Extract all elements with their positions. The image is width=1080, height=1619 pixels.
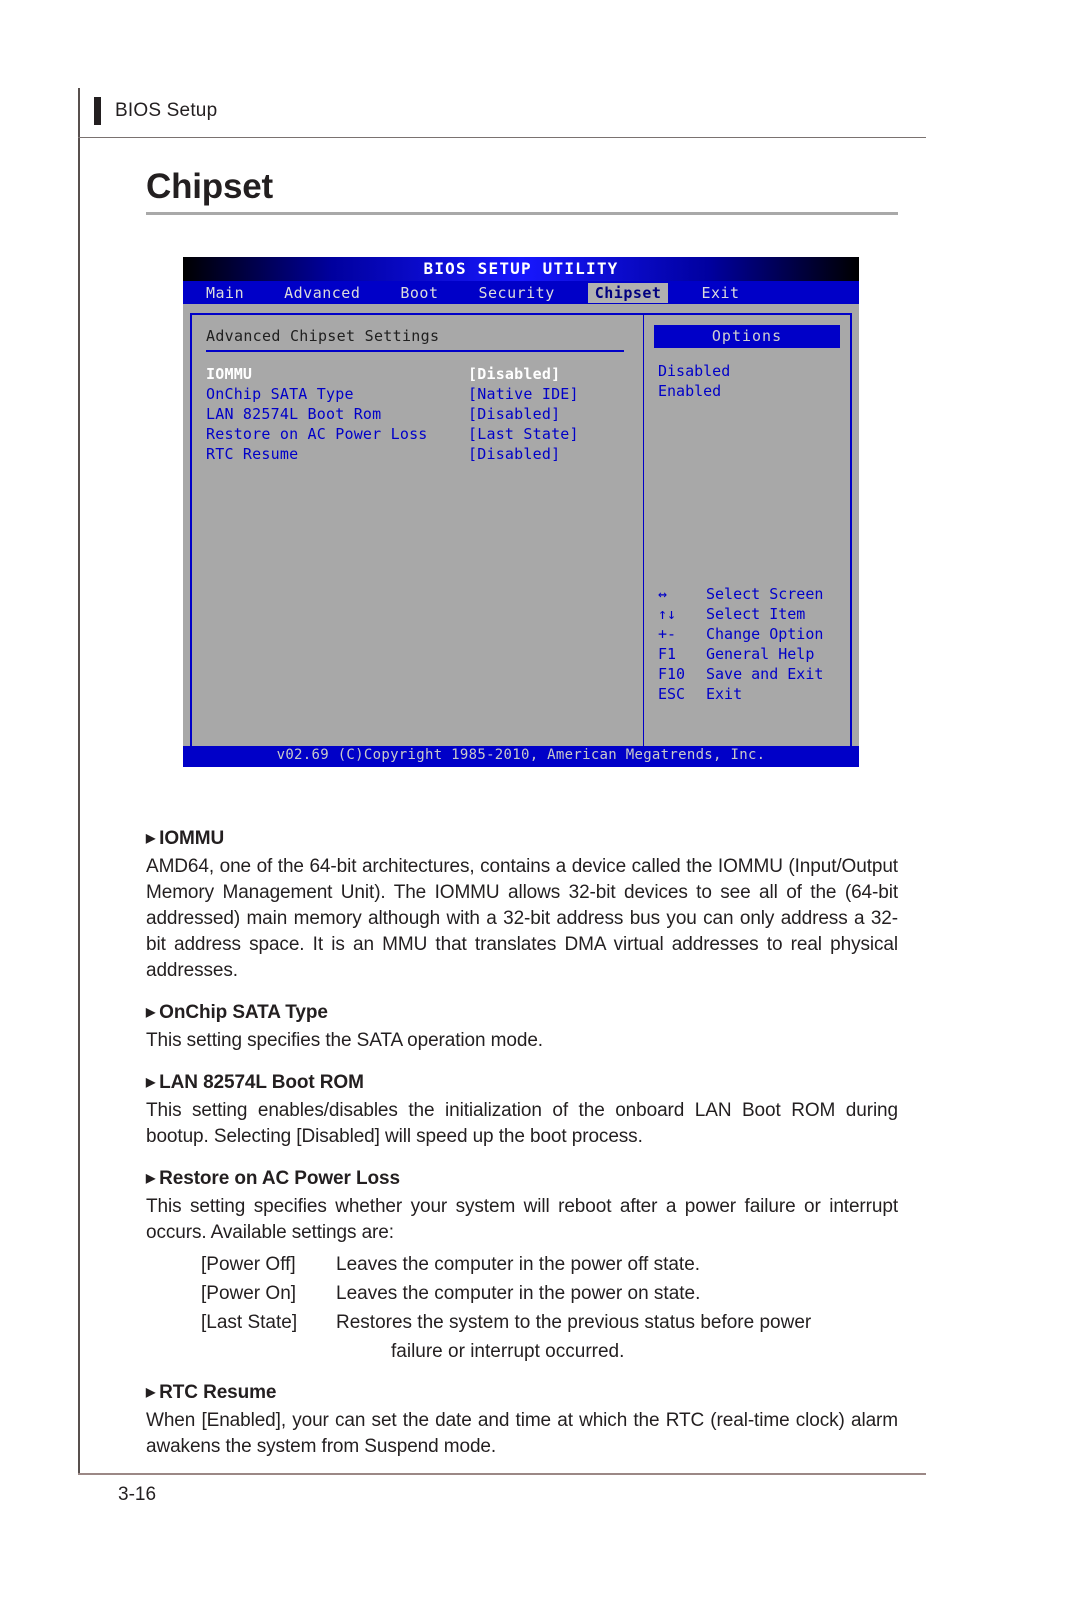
page-title: Chipset [146,167,273,206]
bios-setting-value: [Last State] [468,425,579,443]
bios-settings-panel: Advanced Chipset Settings IOMMU [Disable… [190,313,643,748]
section-body-lan-boot-rom: This setting enables/disables the initia… [146,1100,898,1147]
option-desc: Leaves the computer in the power on stat… [336,1283,701,1304]
bios-key-legend: ↔ Select Screen ↑↓ Select Item +- Change… [658,584,823,704]
bios-setting-value: [Native IDE] [468,385,579,403]
bios-option-disabled[interactable]: Disabled [654,361,840,381]
bios-setting-row-lan-boot-rom[interactable]: LAN 82574L Boot Rom [Disabled] [206,404,633,424]
list-item: [Power Off] Leaves the computer in the p… [146,1250,898,1279]
bios-key-desc: Select Screen [706,585,824,603]
section-heading-onchip-sata: ▶ OnChip SATA Type [146,1002,898,1024]
bios-setting-row-iommu[interactable]: IOMMU [Disabled] [206,364,633,384]
bios-option-enabled[interactable]: Enabled [654,381,840,401]
bios-menu-advanced[interactable]: Advanced [277,283,367,303]
section-heading-label: Restore on AC Power Loss [159,1168,400,1189]
option-key: [Power Off] [201,1254,296,1275]
running-head-label: BIOS Setup [115,100,218,121]
section-body-iommu: AMD64, one of the 64-bit architectures, … [146,856,898,981]
section-heading-rtc-resume: ▶ RTC Resume [146,1382,898,1404]
f10-key-icon: F10 [658,665,686,683]
bios-key-desc: Save and Exit [706,665,824,683]
left-right-arrow-icon: ↔ [658,585,668,603]
bios-key-desc: General Help [706,645,815,663]
bios-setting-row-onchip-sata-type[interactable]: OnChip SATA Type [Native IDE] [206,384,633,404]
restore-ac-options-list: [Power Off] Leaves the computer in the p… [146,1250,898,1366]
triangle-bullet-icon: ▶ [146,1171,156,1185]
section-heading-label: IOMMU [159,828,225,849]
plus-minus-icon: +- [658,625,677,643]
section-heading-restore-ac: ▶ Restore on AC Power Loss [146,1168,898,1190]
bios-key-desc: Exit [706,685,743,703]
section-body-rtc-resume: When [Enabled], your can set the date an… [146,1410,898,1457]
running-head-marker [94,97,101,125]
page-number: 3-16 [118,1484,157,1505]
bios-copyright: v02.69 (C)Copyright 1985-2010, American … [276,747,766,763]
list-item: [Last State] Restores the system to the … [146,1308,898,1337]
page-left-border [78,88,80,1473]
bios-utility-title: BIOS SETUP UTILITY [423,259,619,278]
bios-section-underline [206,350,624,352]
section-heading-label: RTC Resume [159,1382,277,1403]
bios-title-bar: BIOS SETUP UTILITY [183,257,859,281]
bios-options-header: Options [654,325,840,348]
option-desc: Restores the system to the previous stat… [336,1312,812,1333]
page-title-block: Chipset [146,168,898,215]
bios-setting-label: Restore on AC Power Loss [206,425,428,443]
section-heading-iommu: ▶ IOMMU [146,828,898,850]
section-body-onchip-sata: This setting specifies the SATA operatio… [146,1030,543,1051]
section-heading-label: OnChip SATA Type [159,1002,328,1023]
up-down-arrow-icon: ↑↓ [658,605,677,623]
triangle-bullet-icon: ▶ [146,1075,156,1089]
bios-setting-label: RTC Resume [206,445,299,463]
bios-menu-boot[interactable]: Boot [393,283,445,303]
option-key: [Power On] [201,1283,297,1304]
bios-menu-main[interactable]: Main [199,283,251,303]
section-heading-lan-boot-rom: ▶ LAN 82574L Boot ROM [146,1072,898,1094]
body-content: ▶ IOMMU AMD64, one of the 64-bit archite… [146,828,898,1478]
option-desc: Leaves the computer in the power off sta… [336,1254,701,1275]
bios-setting-value: [Disabled] [468,405,561,423]
running-head: BIOS Setup [94,97,217,125]
bios-key-exit: ESC Exit [658,684,823,704]
bios-key-desc: Change Option [706,625,824,643]
bios-menu-exit[interactable]: Exit [694,283,746,303]
page-title-rule [146,211,898,215]
bios-setting-label: IOMMU [206,365,253,383]
bios-setting-value: [Disabled] [468,445,561,463]
option-key: [Last State] [201,1312,298,1333]
triangle-bullet-icon: ▶ [146,1005,156,1019]
triangle-bullet-icon: ▶ [146,831,156,845]
bios-setting-value: [Disabled] [468,365,561,383]
bios-section-heading: Advanced Chipset Settings [206,327,440,345]
bios-options-panel: Options Disabled Enabled ↔ Select Screen… [643,313,852,748]
bios-key-select-item: ↑↓ Select Item [658,604,823,624]
option-desc-continued: failure or interrupt occurred. [391,1341,625,1362]
bios-menu-chipset[interactable]: Chipset [587,282,669,303]
bios-menu-security[interactable]: Security [472,283,562,303]
bios-setting-row-restore-on-ac-power-loss[interactable]: Restore on AC Power Loss [Last State] [206,424,633,444]
bios-setting-label: LAN 82574L Boot Rom [206,405,382,423]
header-divider [78,137,926,138]
esc-key-icon: ESC [658,685,686,703]
bios-setting-row-rtc-resume[interactable]: RTC Resume [Disabled] [206,444,633,464]
bios-options-list: Disabled Enabled [654,361,840,401]
bios-key-desc: Select Item [706,605,806,623]
bios-setting-label: OnChip SATA Type [206,385,354,403]
bios-body: Advanced Chipset Settings IOMMU [Disable… [183,304,859,748]
bios-key-change-option: +- Change Option [658,624,823,644]
bios-key-save-and-exit: F10 Save and Exit [658,664,823,684]
bios-key-general-help: F1 General Help [658,644,823,664]
list-item: [Power On] Leaves the computer in the po… [146,1279,898,1308]
bios-menu-bar: Main Advanced Boot Security Chipset Exit [183,281,859,304]
triangle-bullet-icon: ▶ [146,1385,156,1399]
section-body-restore-ac: This setting specifies whether your syst… [146,1196,898,1243]
bios-setup-screenshot: BIOS SETUP UTILITY Main Advanced Boot Se… [183,257,859,767]
bios-footer-bar: v02.69 (C)Copyright 1985-2010, American … [183,746,859,767]
section-heading-label: LAN 82574L Boot ROM [159,1072,364,1093]
bios-key-select-screen: ↔ Select Screen [658,584,823,604]
f1-key-icon: F1 [658,645,677,663]
